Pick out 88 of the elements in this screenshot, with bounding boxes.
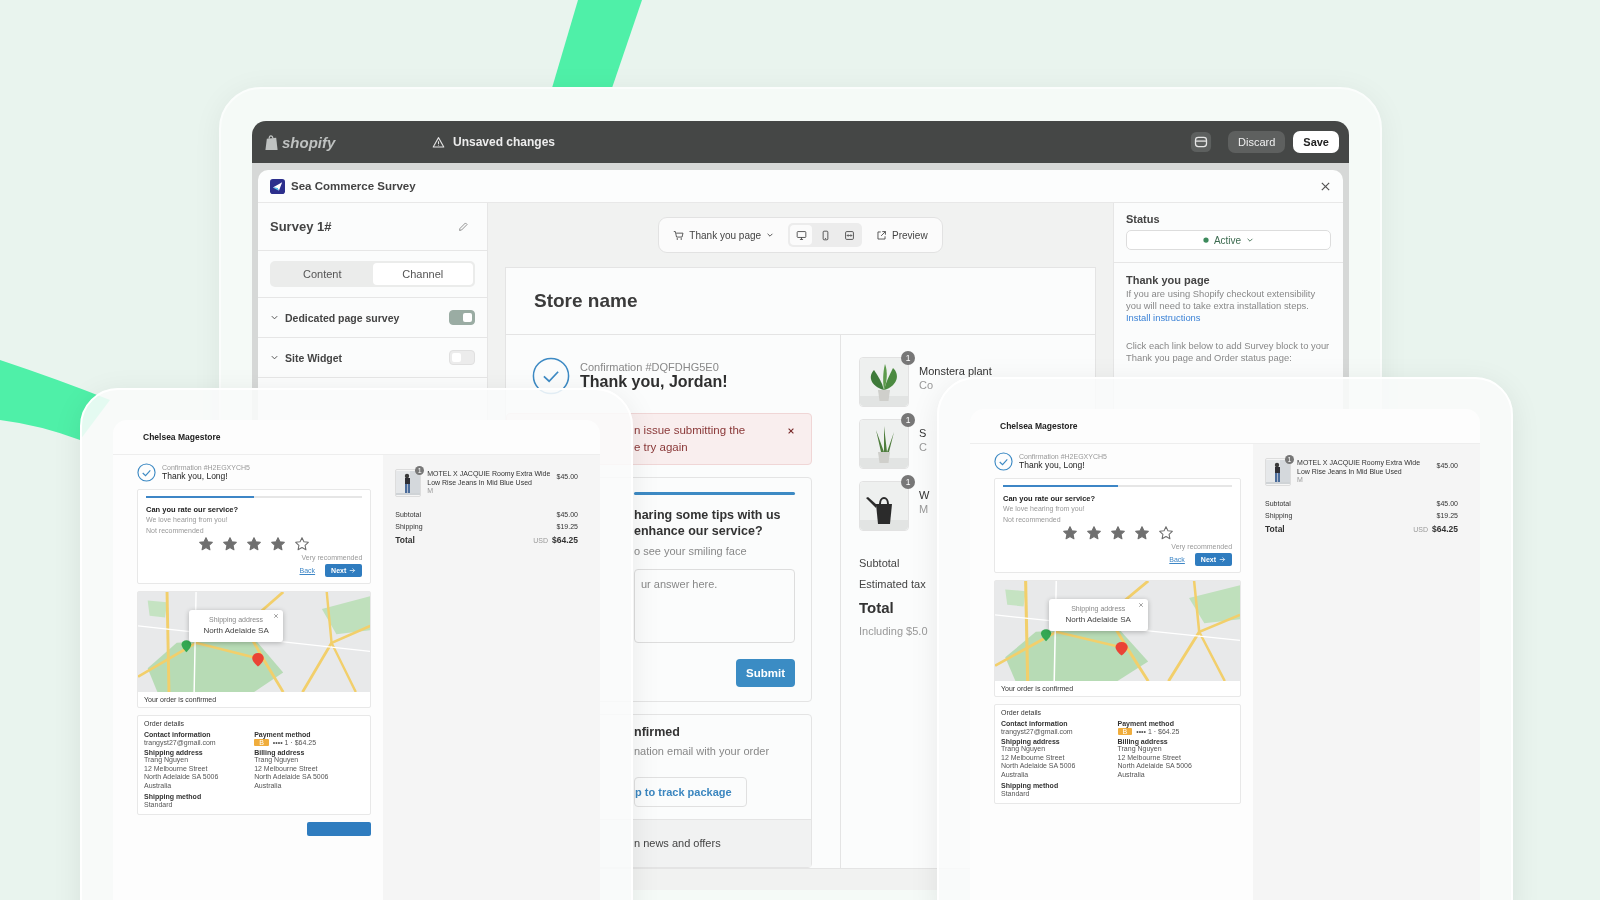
- preview-button[interactable]: Preview: [876, 229, 928, 241]
- primary-action-button[interactable]: Save: [1293, 131, 1339, 153]
- thank-you-heading: Thank you, Long!: [162, 471, 229, 481]
- tab[interactable]: Content: [272, 263, 373, 285]
- subtotal-label: Subtotal: [859, 557, 901, 569]
- total-value: $64.25: [552, 535, 578, 545]
- arrow-icon: [1219, 556, 1227, 563]
- status-dropdown[interactable]: Active: [1126, 230, 1331, 250]
- desktop-view-button[interactable]: [790, 225, 813, 245]
- submit-button[interactable]: Submit: [736, 659, 795, 687]
- check-icon: [137, 463, 156, 482]
- page-dropdown[interactable]: Thank you page: [673, 229, 775, 241]
- store-name: Store name: [534, 290, 638, 312]
- star-icon[interactable]: [294, 536, 311, 552]
- tax-note: Including $5.0: [859, 625, 929, 637]
- chevron-icon[interactable]: [270, 313, 279, 322]
- close-icon[interactable]: [1320, 180, 1331, 192]
- quantity-badge: 1: [901, 413, 915, 427]
- chevron-icon: [1246, 236, 1255, 244]
- close-icon[interactable]: [787, 427, 795, 435]
- star-rating[interactable]: [198, 536, 311, 552]
- star-icon[interactable]: [198, 536, 215, 552]
- section-title: nfirmed: [634, 725, 680, 739]
- logo-text: shopify: [282, 133, 336, 151]
- total-label: Total: [395, 535, 415, 545]
- toggle-switch[interactable]: [449, 310, 475, 325]
- section-text: nation email with your order: [634, 745, 770, 757]
- error-text: n issue submitting the: [634, 423, 746, 438]
- check-icon: [994, 452, 1013, 471]
- news-option: n news and offers: [634, 837, 721, 849]
- tab[interactable]: Channel: [372, 263, 473, 285]
- product-name: W: [919, 489, 930, 501]
- store-name: Chelsea Magestore: [1000, 421, 1078, 431]
- star-icon[interactable]: [1109, 525, 1126, 541]
- product-detail: Co: [919, 379, 935, 391]
- error-text: e try again: [634, 440, 689, 455]
- total-value: $64.25: [1432, 524, 1458, 534]
- instruction-text: Click each link below to add Survey block to your Thank you page and Order status page:: [1126, 340, 1331, 364]
- popup-address: North Adelaide SA: [203, 626, 269, 635]
- cart-icon: [673, 229, 685, 241]
- star-icon[interactable]: [1133, 525, 1150, 541]
- app-logo-icon: [270, 178, 285, 194]
- install-link[interactable]: Install instructions: [1126, 312, 1201, 323]
- chevron-icon: [766, 231, 775, 239]
- section-label: Dedicated page survey: [285, 311, 401, 324]
- section-title: Thank you page: [1126, 274, 1211, 286]
- answer-field[interactable]: ur answer here.: [634, 569, 795, 643]
- status-dot-icon: [1202, 237, 1209, 243]
- product-name: S: [919, 427, 927, 439]
- app-title: Sea Commerce Survey: [291, 180, 417, 192]
- quantity-badge: 1: [901, 351, 915, 365]
- thank-you-heading: Thank you, Jordan!: [580, 373, 728, 391]
- install-note: If you are using Shopify checkout extensibility you will need to take extra installation steps. Install instructions: [1126, 288, 1317, 324]
- track-package-button[interactable]: p to track package: [634, 777, 747, 807]
- profile-icon[interactable]: [1190, 131, 1212, 153]
- chevron-icon[interactable]: [270, 353, 279, 362]
- total-label: Total: [1265, 524, 1285, 534]
- question-text: haring some tips with us: [634, 507, 782, 523]
- question-hint: o see your smiling face: [634, 545, 748, 557]
- confirmation-number: Confirmation #DQFDHG5E0: [580, 361, 720, 373]
- section-label: Site Widget: [285, 351, 344, 364]
- quantity-badge: 1: [901, 475, 915, 489]
- star-icon[interactable]: [222, 536, 239, 552]
- product-detail: M: [919, 503, 930, 515]
- expand-icon: [843, 229, 855, 241]
- product-detail: C: [919, 441, 927, 453]
- star-rating[interactable]: [1061, 525, 1174, 541]
- unsaved-notice: Unsaved changes: [453, 135, 556, 149]
- status-label: Status: [1126, 213, 1161, 225]
- star-icon[interactable]: [1085, 525, 1102, 541]
- desktop-icon: [795, 229, 807, 241]
- warning-icon: [432, 135, 445, 149]
- star-icon[interactable]: [246, 536, 263, 552]
- star-icon[interactable]: [1061, 525, 1078, 541]
- phone-icon: [819, 229, 831, 241]
- survey-title: Survey 1#: [270, 219, 332, 234]
- thank-you-heading: Thank you, Long!: [1019, 460, 1086, 470]
- question-text: enhance our service?: [634, 523, 764, 539]
- popup-address: North Adelaide SA: [1065, 615, 1131, 624]
- bag-icon: [264, 133, 279, 151]
- secondary-action-button[interactable]: Discard: [1228, 131, 1286, 153]
- external-link-icon: [876, 229, 888, 241]
- tax-label: Estimated tax: [859, 578, 927, 590]
- arrow-icon: [349, 567, 357, 574]
- product-name: Monstera plant: [919, 365, 992, 377]
- star-icon[interactable]: [1157, 525, 1174, 541]
- store-name: Chelsea Magestore: [143, 432, 221, 442]
- star-icon[interactable]: [270, 536, 287, 552]
